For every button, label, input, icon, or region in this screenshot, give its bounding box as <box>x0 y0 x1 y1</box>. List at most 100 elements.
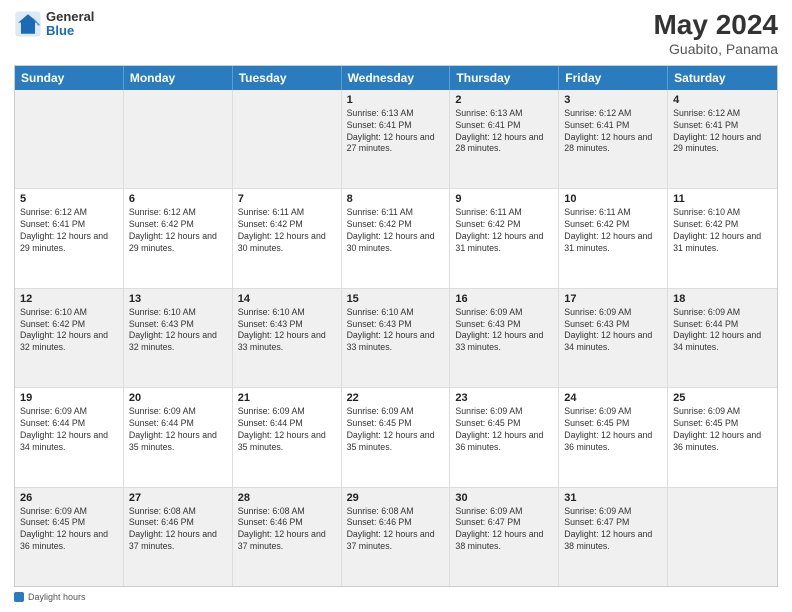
day-info: Sunrise: 6:09 AMSunset: 6:47 PMDaylight:… <box>564 506 662 554</box>
calendar-cell: 12 Sunrise: 6:10 AMSunset: 6:42 PMDayligh… <box>15 289 124 387</box>
calendar-header-tuesday: Tuesday <box>233 66 342 90</box>
day-info: Sunrise: 6:09 AMSunset: 6:43 PMDaylight:… <box>564 307 662 355</box>
day-number: 26 <box>20 492 118 504</box>
day-info: Sunrise: 6:10 AMSunset: 6:42 PMDaylight:… <box>673 207 772 255</box>
day-number: 20 <box>129 392 227 404</box>
calendar-cell: 10 Sunrise: 6:11 AMSunset: 6:42 PMDayligh… <box>559 189 668 287</box>
day-info: Sunrise: 6:09 AMSunset: 6:45 PMDaylight:… <box>20 506 118 554</box>
day-info: Sunrise: 6:13 AMSunset: 6:41 PMDaylight:… <box>455 108 553 156</box>
day-info: Sunrise: 6:10 AMSunset: 6:43 PMDaylight:… <box>238 307 336 355</box>
day-number: 4 <box>673 94 772 106</box>
day-number: 18 <box>673 293 772 305</box>
calendar-cell: 28 Sunrise: 6:08 AMSunset: 6:46 PMDayligh… <box>233 488 342 586</box>
calendar-cell: 7 Sunrise: 6:11 AMSunset: 6:42 PMDaylight… <box>233 189 342 287</box>
footer: Daylight hours <box>14 592 778 602</box>
day-number: 12 <box>20 293 118 305</box>
day-info: Sunrise: 6:10 AMSunset: 6:42 PMDaylight:… <box>20 307 118 355</box>
day-info: Sunrise: 6:11 AMSunset: 6:42 PMDaylight:… <box>564 207 662 255</box>
calendar-cell: 31 Sunrise: 6:09 AMSunset: 6:47 PMDayligh… <box>559 488 668 586</box>
footer-label: Daylight hours <box>28 592 86 602</box>
calendar-cell: 16Sunrise: 6:09 AMSunset: 6:43 PMDayligh… <box>450 289 559 387</box>
day-number: 13 <box>129 293 227 305</box>
day-number: 11 <box>673 193 772 205</box>
day-info: Sunrise: 6:08 AMSunset: 6:46 PMDaylight:… <box>347 506 445 554</box>
calendar-cell: 24 Sunrise: 6:09 AMSunset: 6:45 PMDayligh… <box>559 388 668 486</box>
calendar-location: Guabito, Panama <box>653 41 778 57</box>
day-info: Sunrise: 6:11 AMSunset: 6:42 PMDaylight:… <box>347 207 445 255</box>
calendar: SundayMondayTuesdayWednesdayThursdayFrid… <box>14 65 778 587</box>
day-number: 31 <box>564 492 662 504</box>
day-number: 5 <box>20 193 118 205</box>
calendar-cell: 5Sunrise: 6:12 AMSunset: 6:41 PMDaylight… <box>15 189 124 287</box>
calendar-cell <box>233 90 342 188</box>
calendar-cell: 30 Sunrise: 6:09 AMSunset: 6:47 PMDayligh… <box>450 488 559 586</box>
calendar-cell: 17 Sunrise: 6:09 AMSunset: 6:43 PMDayligh… <box>559 289 668 387</box>
calendar-header-monday: Monday <box>124 66 233 90</box>
calendar-cell: 1Sunrise: 6:13 AMSunset: 6:41 PMDaylight… <box>342 90 451 188</box>
day-number: 30 <box>455 492 553 504</box>
day-info: Sunrise: 6:09 AMSunset: 6:45 PMDaylight:… <box>673 406 772 454</box>
logo-blue-label: Blue <box>46 24 94 38</box>
calendar-week-5: 26 Sunrise: 6:09 AMSunset: 6:45 PMDayligh… <box>15 488 777 586</box>
calendar-cell: 9Sunrise: 6:11 AMSunset: 6:42 PMDaylight… <box>450 189 559 287</box>
calendar-cell: 29Sunrise: 6:08 AMSunset: 6:46 PMDayligh… <box>342 488 451 586</box>
calendar-cell: 20Sunrise: 6:09 AMSunset: 6:44 PMDayligh… <box>124 388 233 486</box>
day-number: 22 <box>347 392 445 404</box>
calendar-cell <box>124 90 233 188</box>
day-info: Sunrise: 6:09 AMSunset: 6:45 PMDaylight:… <box>455 406 553 454</box>
calendar-cell: 26 Sunrise: 6:09 AMSunset: 6:45 PMDayligh… <box>15 488 124 586</box>
calendar-cell <box>668 488 777 586</box>
calendar-cell: 13 Sunrise: 6:10 AMSunset: 6:43 PMDayligh… <box>124 289 233 387</box>
calendar-body: 1 Sunrise: 6:13 AMSunset: 6:41 PMDaylight… <box>15 90 777 586</box>
day-info: Sunrise: 6:12 AMSunset: 6:42 PMDaylight:… <box>129 207 227 255</box>
day-number: 10 <box>564 193 662 205</box>
calendar-cell: 11 Sunrise: 6:10 AMSunset: 6:42 PMDayligh… <box>668 189 777 287</box>
day-number: 21 <box>238 392 336 404</box>
logo-text: General Blue <box>46 10 94 39</box>
logo: General Blue <box>14 10 94 39</box>
calendar-cell: 6 Sunrise: 6:12 AMSunset: 6:42 PMDaylight… <box>124 189 233 287</box>
day-info: Sunrise: 6:11 AMSunset: 6:42 PMDaylight:… <box>455 207 553 255</box>
calendar-header-thursday: Thursday <box>450 66 559 90</box>
footer-dot-icon <box>14 592 24 602</box>
day-number: 7 <box>238 193 336 205</box>
day-number: 1 <box>347 94 445 106</box>
day-info: Sunrise: 6:11 AMSunset: 6:42 PMDaylight:… <box>238 207 336 255</box>
calendar-header-row: SundayMondayTuesdayWednesdayThursdayFrid… <box>15 66 777 90</box>
day-number: 25 <box>673 392 772 404</box>
calendar-cell: 4 Sunrise: 6:12 AMSunset: 6:41 PMDaylight… <box>668 90 777 188</box>
title-block: May 2024 Guabito, Panama <box>653 10 778 57</box>
day-info: Sunrise: 6:12 AMSunset: 6:41 PMDaylight:… <box>673 108 772 156</box>
day-info: Sunrise: 6:09 AMSunset: 6:47 PMDaylight:… <box>455 506 553 554</box>
calendar-week-4: 19 Sunrise: 6:09 AMSunset: 6:44 PMDayligh… <box>15 388 777 487</box>
calendar-week-2: 5Sunrise: 6:12 AMSunset: 6:41 PMDaylight… <box>15 189 777 288</box>
day-number: 24 <box>564 392 662 404</box>
day-info: Sunrise: 6:09 AMSunset: 6:45 PMDaylight:… <box>564 406 662 454</box>
day-info: Sunrise: 6:09 AMSunset: 6:43 PMDaylight:… <box>455 307 553 355</box>
page: General Blue May 2024 Guabito, Panama Su… <box>0 0 792 612</box>
day-info: Sunrise: 6:10 AMSunset: 6:43 PMDaylight:… <box>129 307 227 355</box>
day-number: 17 <box>564 293 662 305</box>
day-info: Sunrise: 6:09 AMSunset: 6:44 PMDaylight:… <box>238 406 336 454</box>
calendar-title: May 2024 <box>653 10 778 41</box>
day-number: 23 <box>455 392 553 404</box>
calendar-header-saturday: Saturday <box>668 66 777 90</box>
day-number: 19 <box>20 392 118 404</box>
calendar-week-3: 12 Sunrise: 6:10 AMSunset: 6:42 PMDayligh… <box>15 289 777 388</box>
header: General Blue May 2024 Guabito, Panama <box>14 10 778 57</box>
day-info: Sunrise: 6:10 AMSunset: 6:43 PMDaylight:… <box>347 307 445 355</box>
day-number: 28 <box>238 492 336 504</box>
day-info: Sunrise: 6:09 AMSunset: 6:44 PMDaylight:… <box>20 406 118 454</box>
day-number: 15 <box>347 293 445 305</box>
calendar-header-wednesday: Wednesday <box>342 66 451 90</box>
day-info: Sunrise: 6:08 AMSunset: 6:46 PMDaylight:… <box>238 506 336 554</box>
calendar-cell: 3Sunrise: 6:12 AMSunset: 6:41 PMDaylight… <box>559 90 668 188</box>
day-number: 6 <box>129 193 227 205</box>
calendar-cell: 2Sunrise: 6:13 AMSunset: 6:41 PMDaylight… <box>450 90 559 188</box>
day-info: Sunrise: 6:09 AMSunset: 6:45 PMDaylight:… <box>347 406 445 454</box>
logo-icon <box>14 10 42 38</box>
calendar-cell: 25 Sunrise: 6:09 AMSunset: 6:45 PMDayligh… <box>668 388 777 486</box>
logo-general-label: General <box>46 10 94 24</box>
calendar-cell: 14Sunrise: 6:10 AMSunset: 6:43 PMDayligh… <box>233 289 342 387</box>
day-info: Sunrise: 6:12 AMSunset: 6:41 PMDaylight:… <box>564 108 662 156</box>
